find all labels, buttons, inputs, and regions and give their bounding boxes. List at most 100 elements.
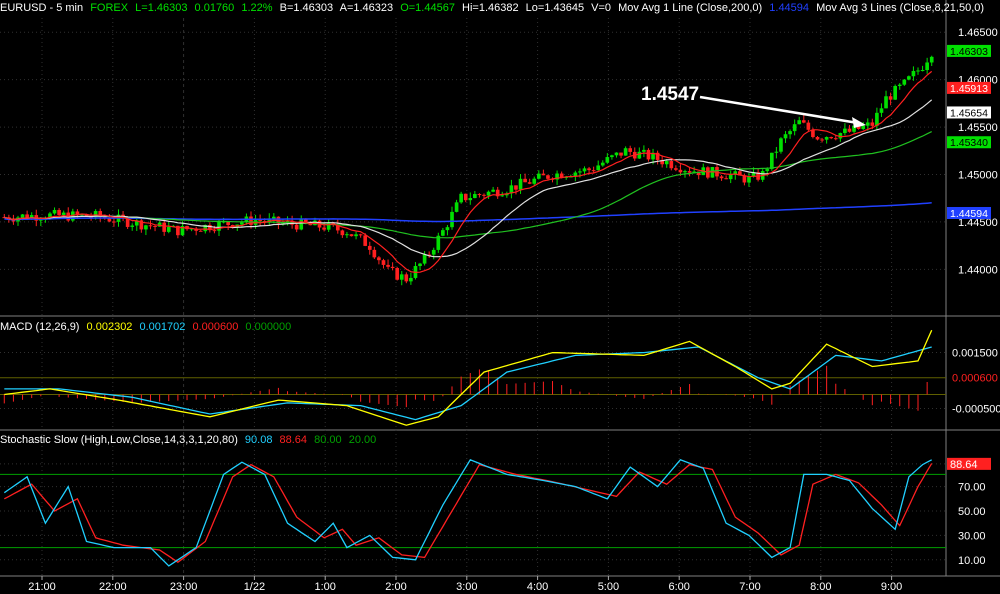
candle-body — [518, 178, 523, 190]
candle-body — [911, 70, 916, 77]
macd-label: MACD (12,26,9) — [0, 321, 80, 333]
candle-body — [610, 155, 614, 158]
stoch-tick-label: 88.64 — [950, 459, 978, 471]
macd-tick-label: 0.001500 — [952, 348, 998, 360]
candle-body — [847, 128, 852, 132]
candle-body — [642, 149, 646, 152]
candle-body — [833, 138, 838, 140]
ma1-label: Mov Avg 1 Line (Close,200,0) — [618, 2, 763, 14]
x-tick-label: 6:00 — [668, 581, 689, 593]
candle-body — [669, 161, 674, 169]
candle-body — [441, 230, 445, 236]
candle-body — [52, 209, 57, 214]
candle-body — [450, 211, 454, 228]
market-label: FOREX — [90, 2, 129, 14]
chart-canvas: 21:00 22:00 23:00 1/22 1:00 2:00 3:00 4:00 5:00 6… — [0, 0, 1000, 593]
candle-body — [646, 149, 651, 160]
candle-body — [884, 96, 888, 109]
ma3-label: Mov Avg 3 Lines (Close,8,21,50,0) — [816, 2, 985, 14]
price-label-text: 1.45913 — [950, 83, 988, 95]
candle-body — [824, 137, 829, 140]
stoch-tick-label: 70.00 — [958, 482, 986, 494]
candle-body — [399, 274, 404, 280]
candle-body — [217, 221, 221, 231]
candle-body — [340, 230, 345, 236]
candle-body — [605, 157, 610, 163]
candle-body — [797, 120, 802, 125]
high-price: Hi=1.46382 — [462, 2, 519, 14]
candle-body — [354, 234, 358, 237]
candle-body — [596, 165, 601, 171]
price-label-text: 1.46303 — [950, 46, 988, 58]
candle-body — [843, 128, 847, 134]
candle-body — [144, 225, 148, 230]
x-tick-label: 23:00 — [170, 581, 198, 593]
stoch-k-line — [3, 458, 933, 567]
candle-body — [582, 168, 587, 172]
x-tick-label: 4:00 — [527, 581, 548, 593]
candle-body — [865, 122, 870, 126]
candle-body — [783, 134, 788, 139]
ma21-line — [4, 99, 933, 258]
candle-body — [683, 171, 687, 173]
x-tick-label: 21:00 — [28, 581, 56, 593]
candle-body — [811, 129, 815, 137]
candle-body — [897, 84, 902, 86]
candle-body — [664, 161, 669, 165]
stoch-value-2: 88.64 — [279, 434, 308, 446]
candle-body — [527, 182, 532, 184]
price-callout: 1.4547 — [641, 84, 700, 105]
candle-body — [902, 79, 907, 85]
candle-body — [628, 148, 633, 152]
volume-value: V=0 — [591, 2, 612, 14]
macd-value-4: 0.000000 — [245, 321, 292, 333]
candle-body — [404, 274, 409, 282]
candle-body — [801, 120, 806, 123]
axes: 21:00 22:00 23:00 1/22 1:00 2:00 3:00 4:00 5:00 6… — [28, 27, 1000, 593]
candle-body — [532, 178, 537, 184]
bid-price: B=1.46303 — [279, 2, 334, 14]
candle-body — [491, 189, 495, 192]
candle-body — [600, 162, 605, 166]
candle-body — [788, 131, 792, 135]
stoch-tick-label: 30.00 — [958, 530, 986, 542]
stoch-value-3: 80.00 — [314, 434, 342, 446]
grid — [0, 0, 1000, 577]
macd-header: MACD (12,26,9) 0.002302 0.001702 0.00060… — [0, 320, 295, 334]
ma200-line — [4, 202, 932, 223]
candle-body — [623, 148, 628, 156]
candle-body — [240, 222, 244, 225]
candle-body — [418, 263, 422, 267]
candle-body — [774, 151, 779, 153]
candle-body — [587, 168, 591, 171]
candle-body — [820, 139, 824, 141]
macd-tick-label: 0.000600 — [952, 373, 998, 385]
candle-body — [130, 225, 135, 227]
candle-body — [907, 76, 911, 80]
candle-body — [500, 195, 505, 197]
stoch-tick-label: 50.00 — [958, 506, 986, 518]
candle-body — [514, 185, 518, 190]
candle-body — [916, 70, 920, 72]
candle-body — [299, 219, 304, 230]
candle-body — [272, 216, 276, 219]
open-price: O=1.44567 — [400, 2, 455, 14]
candle-body — [482, 194, 486, 196]
candle-body — [619, 152, 623, 156]
candle-body — [358, 234, 363, 236]
x-tick-label: 1:00 — [314, 581, 335, 593]
candle-body — [861, 125, 866, 129]
candle-body — [377, 257, 381, 261]
candle-body — [829, 137, 834, 139]
candle-body — [486, 191, 491, 196]
candle-body — [879, 108, 884, 113]
candle-body — [386, 264, 390, 267]
x-tick-label: 3:00 — [456, 581, 477, 593]
candle-body — [925, 62, 929, 71]
candle-body — [546, 175, 550, 179]
candle-body — [409, 277, 413, 282]
candle-body — [459, 193, 463, 203]
x-tick-label: 1/22 — [244, 581, 265, 593]
callout-arrow-line — [699, 95, 859, 125]
candle-body — [395, 268, 400, 280]
